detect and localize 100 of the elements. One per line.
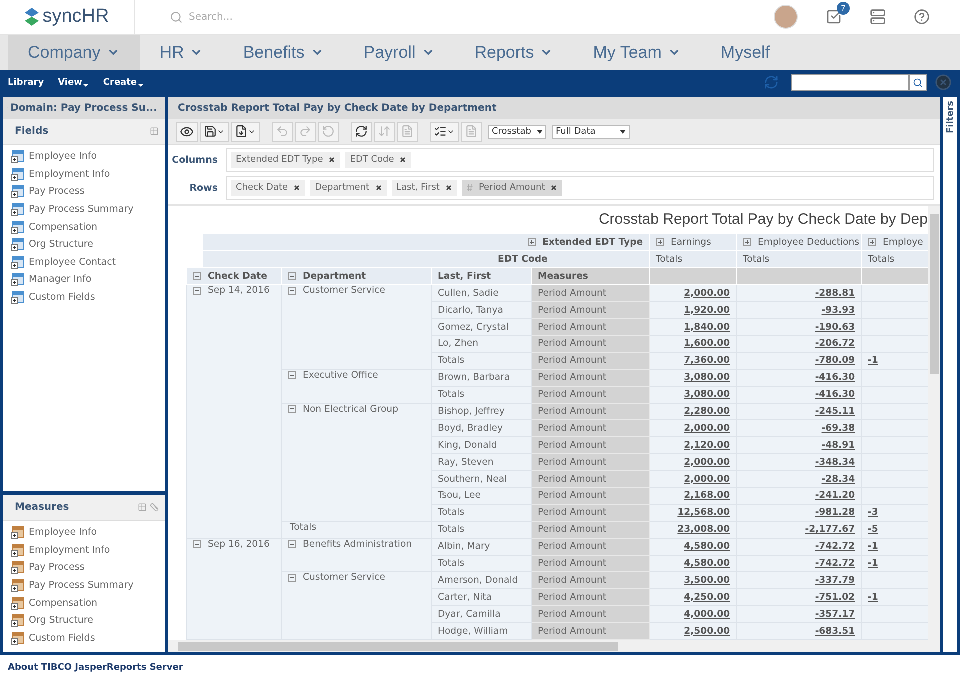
field-item[interactable]: Compensation — [3, 218, 165, 236]
search-icon — [913, 78, 923, 88]
amount-link[interactable]: -69.38 — [822, 422, 856, 434]
nav-tab[interactable]: Myself — [700, 35, 790, 70]
menu-item[interactable]: Library — [8, 78, 58, 88]
remove-icon[interactable] — [294, 185, 300, 191]
tasks-icon[interactable] — [826, 9, 842, 25]
name-cell: Totals — [432, 386, 532, 404]
measure-cell: Period Amount — [532, 521, 650, 538]
vertical-scrollbar[interactable] — [928, 206, 940, 640]
measure-item[interactable]: Employee Info — [3, 524, 165, 542]
expand-icon[interactable] — [868, 238, 876, 246]
menu-item[interactable]: View — [58, 78, 104, 88]
amount-link[interactable]: -48.91 — [822, 440, 856, 451]
remove-icon[interactable] — [400, 157, 406, 163]
field-item[interactable]: Employment Info — [3, 166, 165, 184]
field-item[interactable]: Pay Process Summary — [3, 200, 165, 218]
search-button[interactable] — [909, 74, 927, 91]
columns-drop-zone[interactable]: Extended EDT Type EDT Code — [226, 148, 934, 172]
rows-drop-zone[interactable]: Check Date Department Last, First Period Amount — [226, 176, 934, 200]
field-chip[interactable]: Period Amount — [462, 180, 562, 196]
about-link[interactable]: About TIBCO JasperReports Server — [8, 662, 184, 672]
field-chip[interactable]: Check Date — [231, 180, 306, 196]
amount-link[interactable]: -1 — [868, 541, 878, 552]
data-select[interactable]: Full Data — [552, 124, 630, 138]
field-item[interactable]: Custom Fields — [3, 288, 165, 306]
notification-badge: 7 — [837, 2, 850, 15]
measure-item[interactable]: Employment Info — [3, 542, 165, 560]
nav-tab[interactable]: HR — [140, 35, 224, 70]
name-cell: Dyar, Camilla — [432, 606, 532, 623]
search-field[interactable] — [791, 74, 909, 91]
remove-icon[interactable] — [551, 185, 558, 191]
field-item[interactable]: Employee Contact — [3, 254, 165, 272]
pivot-button[interactable] — [351, 122, 372, 142]
amount-link[interactable]: -1 — [868, 592, 878, 603]
amount-link[interactable]: -1 — [868, 355, 878, 366]
collapse-icon[interactable] — [193, 540, 201, 548]
collapse-icon[interactable] — [288, 574, 296, 582]
collapse-icon[interactable] — [193, 286, 201, 295]
remove-icon[interactable] — [329, 157, 336, 163]
name-cell: Albin, Mary — [432, 538, 532, 556]
collapse-icon[interactable] — [288, 272, 296, 280]
name-cell: Dicarlo, Tanya — [432, 302, 532, 319]
field-item[interactable]: Org Structure — [3, 236, 165, 254]
measure-cell: Period Amount — [532, 622, 650, 640]
measure-item[interactable]: Org Structure — [3, 612, 165, 630]
measure-item[interactable]: Compensation — [3, 594, 165, 612]
measure-item[interactable]: Custom Fields — [3, 630, 165, 648]
remove-icon[interactable] — [376, 185, 382, 191]
expand-icon[interactable] — [743, 238, 752, 246]
name-cell: Brown, Barbara — [432, 369, 532, 386]
collapse-icon[interactable] — [288, 371, 296, 380]
expand-icon[interactable] — [656, 238, 664, 246]
field-chip[interactable]: EDT Code — [345, 152, 412, 168]
collapse-icon[interactable] — [288, 404, 296, 413]
filters-label[interactable]: Filters — [946, 101, 954, 134]
options-button[interactable] — [430, 122, 459, 142]
amount-link[interactable]: -1 — [868, 558, 878, 569]
table-icon — [11, 238, 25, 252]
measure-item[interactable]: Pay Process — [3, 559, 165, 577]
name-cell: Bishop, Jeffrey — [432, 403, 532, 420]
field-chip[interactable]: Extended EDT Type — [231, 152, 340, 168]
expand-icon[interactable] — [528, 238, 536, 246]
collapse-icon[interactable] — [288, 286, 296, 295]
field-item[interactable]: Manager Info — [3, 271, 165, 289]
caret-icon — [537, 130, 544, 134]
help-icon[interactable] — [914, 9, 930, 25]
field-chip[interactable]: Department — [310, 180, 387, 196]
remove-icon[interactable] — [446, 185, 452, 191]
measure-item[interactable]: Pay Process Summary — [3, 576, 165, 594]
column-header: Totals — [736, 250, 862, 268]
nav-tab[interactable]: My Team — [573, 35, 701, 70]
nav-tab[interactable]: Benefits — [223, 35, 344, 70]
export-button[interactable] — [231, 122, 260, 142]
amount-link[interactable]: -3 — [868, 507, 878, 518]
column-header: Totals — [650, 250, 737, 268]
measure-cell: Period Amount — [532, 386, 650, 404]
field-item[interactable]: Employee Info — [3, 148, 165, 166]
amount-link[interactable]: -93.93 — [822, 304, 856, 316]
filters-strip[interactable]: Filters — [943, 97, 957, 652]
measure-cell: Period Amount — [532, 420, 650, 437]
collapse-icon[interactable] — [288, 540, 296, 548]
menu-item[interactable]: Create — [103, 78, 158, 88]
nav-tab[interactable]: Reports — [454, 35, 574, 70]
field-item[interactable]: Pay Process — [3, 183, 165, 201]
date-cell: Sep 14, 2016 — [186, 284, 282, 538]
save-button[interactable] — [200, 122, 229, 142]
name-cell: Lo, Zhen — [432, 335, 532, 352]
checklist-icon — [434, 125, 447, 138]
view-select[interactable]: Crosstab — [488, 124, 546, 138]
amount-link[interactable]: -5 — [868, 524, 878, 536]
collapse-icon[interactable] — [193, 272, 201, 280]
horizontal-scrollbar[interactable] — [168, 640, 940, 652]
field-chip[interactable]: Last, First — [392, 180, 457, 196]
amount-link[interactable]: -28.34 — [822, 474, 856, 485]
nav-tab[interactable]: Company — [8, 35, 140, 70]
nav-tab[interactable]: Payroll — [344, 35, 455, 70]
panel-title: Measures — [15, 502, 70, 513]
server-icon[interactable] — [870, 9, 886, 25]
preview-button[interactable] — [176, 122, 198, 142]
